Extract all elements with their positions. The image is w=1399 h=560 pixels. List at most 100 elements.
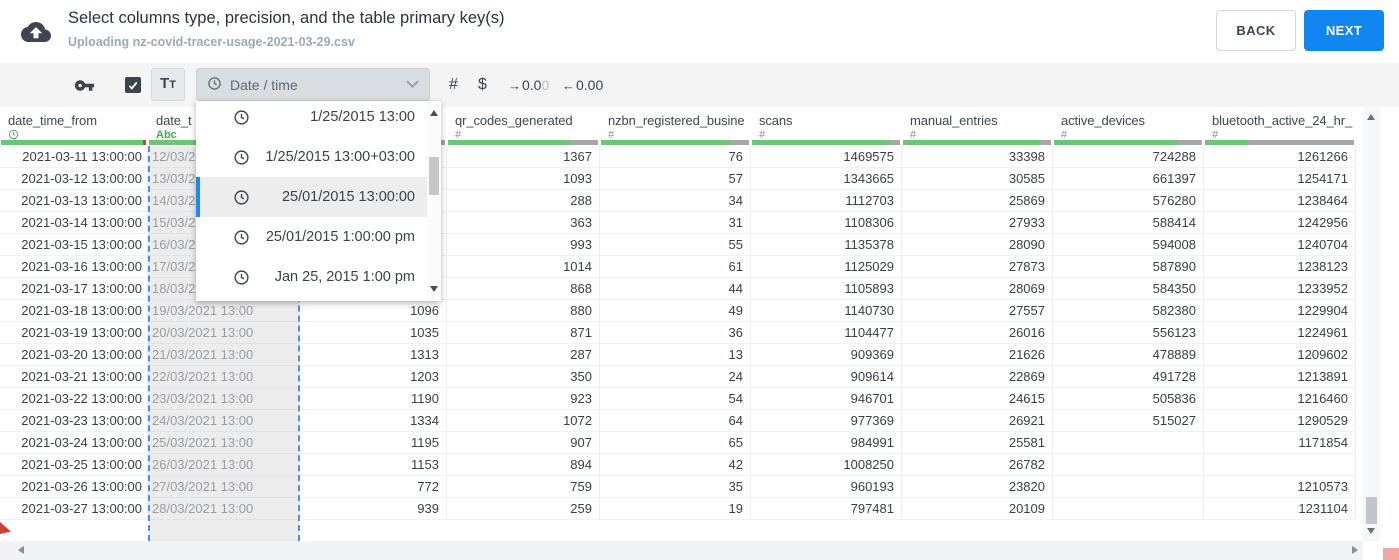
scroll-left-arrow-icon[interactable] bbox=[18, 546, 24, 554]
datetime-format-dropdown: 1/25/2015 13:00 1/25/2015 13:00+03:00 25/0… bbox=[196, 101, 441, 301]
vertical-scroll-thumb[interactable] bbox=[1366, 497, 1377, 524]
table-cell: 34 bbox=[600, 190, 751, 212]
column-header[interactable]: date_time_from bbox=[0, 107, 148, 146]
table-cell: 24/03/2021 13:00 bbox=[148, 410, 300, 432]
column-header[interactable]: manual_entries # bbox=[902, 107, 1053, 146]
format-option[interactable]: 1/25/2015 13:00+03:00 bbox=[196, 137, 441, 177]
table-cell: 26016 bbox=[902, 322, 1053, 344]
table-cell: 288 bbox=[447, 190, 600, 212]
datetime-format-select[interactable]: Date / time bbox=[196, 68, 430, 101]
table-cell: 1153 bbox=[300, 454, 447, 476]
table-cell: 1229904 bbox=[1204, 300, 1356, 322]
decrease-decimals-button[interactable]: ← 0.00 bbox=[562, 63, 603, 107]
horizontal-scrollbar[interactable] bbox=[0, 541, 1363, 560]
format-option[interactable]: 25/01/2015 1:00:00 pm bbox=[196, 217, 441, 257]
number-type-button[interactable]: # bbox=[449, 63, 458, 107]
table-cell: 1213891 bbox=[1204, 366, 1356, 388]
table-cell: 1224961 bbox=[1204, 322, 1356, 344]
wizard-header: Select columns type, precision, and the … bbox=[0, 0, 1399, 63]
table-cell: 1240704 bbox=[1204, 234, 1356, 256]
column-name: scans bbox=[759, 113, 793, 128]
right-arrow-icon: → bbox=[508, 77, 521, 93]
dropdown-scroll-down-icon[interactable] bbox=[430, 286, 438, 292]
format-option[interactable]: 25/01/2015 13:00:00 bbox=[196, 177, 441, 217]
include-column-checkbox[interactable] bbox=[125, 77, 141, 93]
table-cell: 993 bbox=[447, 234, 600, 256]
table-cell: 587890 bbox=[1053, 256, 1204, 278]
column-header[interactable]: bluetooth_active_24_hr_ # bbox=[1204, 107, 1356, 146]
table-cell bbox=[1053, 432, 1204, 454]
currency-type-button[interactable]: $ bbox=[478, 63, 487, 107]
scroll-down-arrow-icon[interactable] bbox=[1367, 528, 1375, 534]
table-cell: 20/03/2021 13:00 bbox=[148, 322, 300, 344]
table-cell: 22/03/2021 13:00 bbox=[148, 366, 300, 388]
table-row: 2021-03-19 13:00:00 20/03/2021 13:00 1035 8… bbox=[0, 322, 1356, 344]
table-cell: 1008250 bbox=[751, 454, 902, 476]
column-header[interactable]: active_devices # bbox=[1053, 107, 1204, 146]
table-cell: 25581 bbox=[902, 432, 1053, 454]
dropdown-scroll-thumb[interactable] bbox=[429, 157, 439, 195]
table-cell: 923 bbox=[447, 388, 600, 410]
table-cell: 64 bbox=[600, 410, 751, 432]
table-cell: 21/03/2021 13:00 bbox=[148, 344, 300, 366]
table-cell: 1367 bbox=[447, 146, 600, 168]
dropdown-scroll-up-icon[interactable] bbox=[430, 110, 438, 116]
increase-decimals-button[interactable]: → 0.0 0 bbox=[508, 63, 549, 107]
table-cell: 1238464 bbox=[1204, 190, 1356, 212]
table-cell: 1112703 bbox=[751, 190, 902, 212]
table-row: 2021-03-23 13:00:00 24/03/2021 13:00 1334 1… bbox=[0, 410, 1356, 432]
text-type-button[interactable]: TT bbox=[151, 68, 185, 101]
table-cell: 28/03/2021 13:00 bbox=[148, 498, 300, 520]
scroll-right-arrow-icon[interactable] bbox=[1352, 546, 1358, 554]
chevron-down-icon bbox=[406, 80, 419, 89]
table-cell: 871 bbox=[447, 322, 600, 344]
column-header[interactable]: qr_codes_generated # bbox=[447, 107, 600, 146]
table-cell: 2021-03-15 13:00:00 bbox=[0, 234, 148, 256]
table-cell: 24615 bbox=[902, 388, 1053, 410]
table-cell: 2021-03-24 13:00:00 bbox=[0, 432, 148, 454]
table-cell: 363 bbox=[447, 212, 600, 234]
clock-icon bbox=[233, 269, 250, 286]
table-cell: 556123 bbox=[1053, 322, 1204, 344]
table-cell: 505836 bbox=[1053, 388, 1204, 410]
table-cell: 33398 bbox=[902, 146, 1053, 168]
table-cell bbox=[1053, 454, 1204, 476]
table-cell: 478889 bbox=[1053, 344, 1204, 366]
format-option[interactable]: Jan 25, 2015 1:00 pm bbox=[196, 257, 441, 297]
format-option[interactable]: 1/25/2015 13:00 bbox=[196, 101, 441, 137]
vertical-scrollbar[interactable] bbox=[1363, 107, 1380, 541]
table-cell: 21626 bbox=[902, 344, 1053, 366]
clock-icon bbox=[233, 149, 250, 166]
column-header[interactable]: scans # bbox=[751, 107, 902, 146]
back-button[interactable]: BACK bbox=[1216, 10, 1296, 51]
table-cell: 2021-03-11 13:00:00 bbox=[0, 146, 148, 168]
table-cell: 61 bbox=[600, 256, 751, 278]
table-cell: 76 bbox=[600, 146, 751, 168]
table-cell: 1216460 bbox=[1204, 388, 1356, 410]
table-cell: 1105893 bbox=[751, 278, 902, 300]
column-header[interactable]: nzbn_registered_busine # bbox=[600, 107, 751, 146]
table-cell: 2021-03-21 13:00:00 bbox=[0, 366, 148, 388]
table-cell: 894 bbox=[447, 454, 600, 476]
row-error-marker bbox=[0, 522, 11, 534]
dropdown-scrollbar[interactable] bbox=[427, 101, 441, 301]
table-cell: 22869 bbox=[902, 366, 1053, 388]
table-cell: 26/03/2021 13:00 bbox=[148, 454, 300, 476]
table-cell: 2021-03-18 13:00:00 bbox=[0, 300, 148, 322]
table-cell: 65 bbox=[600, 432, 751, 454]
primary-key-icon[interactable] bbox=[74, 63, 95, 107]
table-cell: 880 bbox=[447, 300, 600, 322]
table-row: 2021-03-20 13:00:00 21/03/2021 13:00 1313 2… bbox=[0, 344, 1356, 366]
table-cell: 1108306 bbox=[751, 212, 902, 234]
table-cell: 26921 bbox=[902, 410, 1053, 432]
column-quality-bar bbox=[601, 140, 749, 145]
clock-icon bbox=[233, 189, 250, 206]
table-cell: 1469575 bbox=[751, 146, 902, 168]
column-name: bluetooth_active_24_hr_ bbox=[1212, 113, 1353, 128]
scroll-up-arrow-icon[interactable] bbox=[1367, 114, 1375, 120]
table-cell: 27/03/2021 13:00 bbox=[148, 476, 300, 498]
table-cell bbox=[1053, 476, 1204, 498]
table-row: 2021-03-22 13:00:00 23/03/2021 13:00 1190 9… bbox=[0, 388, 1356, 410]
table-cell: 939 bbox=[300, 498, 447, 520]
next-button[interactable]: NEXT bbox=[1304, 10, 1384, 51]
